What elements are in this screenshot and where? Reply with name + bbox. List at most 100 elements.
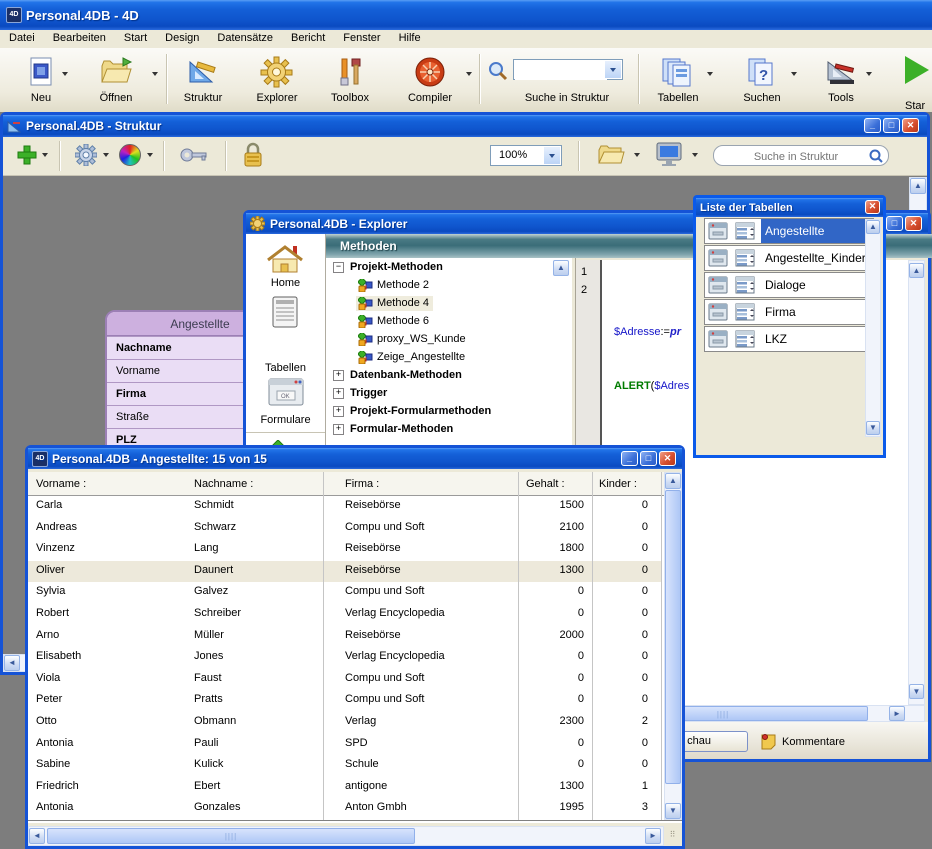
close-button[interactable]: ✕: [865, 200, 880, 214]
minimize-button[interactable]: _: [864, 118, 881, 133]
menu-item[interactable]: Datei: [0, 30, 44, 46]
find-button[interactable]: ?: [745, 56, 779, 90]
record-row[interactable]: Antonia Pauli SPD 0 0: [28, 734, 661, 756]
records-scroll-down[interactable]: ▼: [665, 803, 681, 819]
menu-item[interactable]: Fenster: [334, 30, 389, 46]
table-list-row[interactable]: Angestellte_Kinder: [704, 245, 874, 271]
list-view-icon[interactable]: [735, 276, 755, 294]
record-row[interactable]: Otto Obmann Verlag 2300 2: [28, 712, 661, 734]
new-dropdown-arrow[interactable]: [62, 72, 68, 76]
column-header-kinder[interactable]: Kinder :: [599, 478, 637, 490]
table-list-row[interactable]: Firma: [704, 299, 874, 325]
expand-icon[interactable]: +: [333, 406, 344, 417]
table-list-row[interactable]: LKZ: [704, 326, 874, 352]
records-scroll-right[interactable]: ►: [645, 828, 661, 844]
menu-item[interactable]: Bericht: [282, 30, 334, 46]
tools-dropdown-arrow[interactable]: [866, 72, 872, 76]
column-header-vorname[interactable]: Vorname :: [36, 478, 86, 490]
tables-dropdown-arrow[interactable]: [707, 72, 713, 76]
tree-group-projekt-methoden[interactable]: − Projekt-Methoden: [326, 258, 571, 276]
record-row[interactable]: Antonia Gonzales Anton Gmbh 1995 3: [28, 798, 661, 820]
explorer-scroll-right[interactable]: ►: [889, 706, 905, 721]
records-hscroll-thumb[interactable]: ||||: [47, 828, 415, 844]
comments-label[interactable]: Kommentare: [782, 736, 845, 748]
form-view-icon[interactable]: [708, 303, 728, 321]
search-combo-arrow[interactable]: [605, 61, 621, 78]
folder-dropdown-arrow[interactable]: [634, 153, 640, 157]
list-view-icon[interactable]: [735, 222, 755, 240]
record-row[interactable]: Elisabeth Jones Verlag Encyclopedia 0 0: [28, 647, 661, 669]
palette-scroll-down[interactable]: ▼: [866, 421, 880, 435]
start-button[interactable]: [905, 56, 932, 90]
column-header-nachname[interactable]: Nachname :: [194, 478, 253, 490]
tree-item-method[interactable]: proxy_WS_Kunde: [326, 330, 571, 348]
records-titlebar[interactable]: 4D Personal.4DB - Angestellte: 15 von 15: [28, 448, 682, 469]
record-row[interactable]: Arno Müller Reisebörse 2000 0: [28, 626, 661, 648]
find-dropdown-arrow[interactable]: [791, 72, 797, 76]
record-row[interactable]: Carla Schmidt Reisebörse 1500 0: [28, 496, 661, 518]
table-list-row[interactable]: Angestellte: [704, 218, 874, 244]
record-row[interactable]: Peter Pratts Compu und Soft 0 0: [28, 690, 661, 712]
record-row[interactable]: Viola Faust Compu und Soft 0 0: [28, 669, 661, 691]
tree-group[interactable]: + Formular-Methoden: [326, 420, 571, 438]
record-row[interactable]: Oliver Daunert Reisebörse 1300 0: [28, 561, 661, 583]
form-view-icon[interactable]: [708, 249, 728, 267]
record-row[interactable]: Andreas Schwarz Compu und Soft 2100 0: [28, 518, 661, 540]
sidebar-item-formulare[interactable]: Formulare: [246, 414, 325, 426]
lock-button[interactable]: [243, 142, 263, 168]
tree-item-method[interactable]: Zeige_Angestellte: [326, 348, 571, 366]
collapse-icon[interactable]: −: [333, 262, 344, 273]
list-view-icon[interactable]: [735, 303, 755, 321]
explorer-button[interactable]: [260, 56, 294, 90]
sidebar-item-home[interactable]: Home: [246, 277, 325, 289]
toolbox-button[interactable]: [334, 56, 368, 90]
search-structure-combo[interactable]: [513, 59, 623, 80]
structure-titlebar[interactable]: Personal.4DB - Struktur: [3, 115, 927, 137]
form-view-icon[interactable]: [708, 222, 728, 240]
form-view-icon[interactable]: [708, 330, 728, 348]
palette-scroll-up[interactable]: ▲: [866, 220, 880, 234]
records-scroll-up[interactable]: ▲: [665, 473, 681, 489]
comments-note-icon[interactable]: [760, 733, 777, 750]
menu-item[interactable]: Datensätze: [208, 30, 282, 46]
maximize-button[interactable]: □: [883, 118, 900, 133]
search-field-icon[interactable]: [869, 149, 883, 163]
new-button[interactable]: [25, 56, 59, 90]
open-dropdown-arrow[interactable]: [152, 72, 158, 76]
list-view-icon[interactable]: [735, 249, 755, 267]
expand-icon[interactable]: +: [333, 370, 344, 381]
tree-item-method[interactable]: Methode 2: [326, 276, 571, 294]
expand-icon[interactable]: +: [333, 388, 344, 399]
close-button[interactable]: ✕: [905, 216, 922, 231]
tree-group[interactable]: + Datenbank-Methoden: [326, 366, 571, 384]
code-vscroll[interactable]: [908, 260, 925, 705]
resize-grip[interactable]: ⠿: [664, 826, 682, 846]
records-vscroll-thumb[interactable]: [665, 490, 681, 784]
zoom-combo-arrow[interactable]: [544, 147, 560, 164]
compiler-dropdown-arrow[interactable]: [466, 72, 472, 76]
record-row[interactable]: Sylvia Galvez Compu und Soft 0 0: [28, 582, 661, 604]
record-row[interactable]: Robert Schreiber Verlag Encyclopedia 0 0: [28, 604, 661, 626]
record-row[interactable]: Friedrich Ebert antigone 1300 1: [28, 777, 661, 799]
minimize-button[interactable]: _: [621, 451, 638, 466]
tables-page-icon[interactable]: [272, 296, 298, 328]
open-button[interactable]: [99, 56, 135, 90]
close-button[interactable]: ✕: [902, 118, 919, 133]
tree-group[interactable]: + Trigger: [326, 384, 571, 402]
compiler-button[interactable]: [413, 56, 447, 90]
tables-palette-titlebar[interactable]: Liste der Tabellen: [696, 198, 883, 217]
menu-item[interactable]: Start: [115, 30, 156, 46]
structure-button[interactable]: [186, 56, 220, 90]
display-button[interactable]: [655, 142, 683, 168]
code-scroll-down[interactable]: ▼: [909, 684, 924, 699]
tree-group[interactable]: + Projekt-Formularmethoden: [326, 402, 571, 420]
home-icon[interactable]: [266, 244, 304, 274]
structure-scroll-left[interactable]: ◄: [4, 655, 20, 671]
forms-window-icon[interactable]: OK: [268, 378, 304, 406]
add-dropdown-arrow[interactable]: [42, 153, 48, 157]
tree-scroll-up[interactable]: ▲: [553, 260, 569, 276]
column-header-gehalt[interactable]: Gehalt :: [526, 478, 565, 490]
search-structure-input[interactable]: [515, 61, 607, 80]
structure-search-input[interactable]: [724, 148, 868, 165]
menu-item[interactable]: Hilfe: [390, 30, 430, 46]
